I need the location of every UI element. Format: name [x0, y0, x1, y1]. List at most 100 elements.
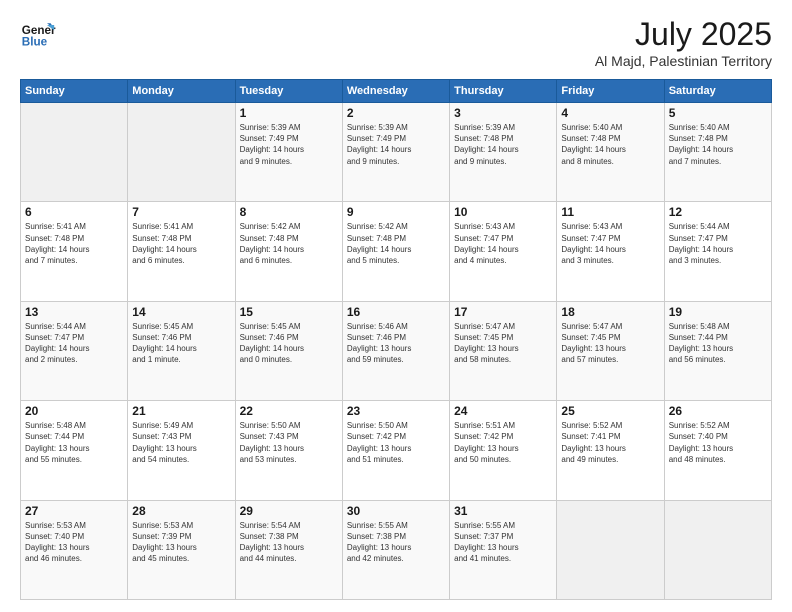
calendar-cell: 30 Sunrise: 5:55 AM Sunset: 7:38 PM Dayli… — [342, 500, 449, 599]
calendar-week-3: 13 Sunrise: 5:44 AM Sunset: 7:47 PM Dayli… — [21, 301, 772, 400]
calendar-cell: 22Sunrise: 5:50 AM Sunset: 7:43 PM Dayli… — [235, 401, 342, 500]
day-number: 5 — [669, 106, 767, 120]
calendar-cell: 5 Sunrise: 5:40 AM Sunset: 7:48 PM Daylig… — [664, 103, 771, 202]
day-number: 17 — [454, 305, 552, 319]
calendar-cell: 25 Sunrise: 5:52 AM Sunset: 7:41 PM Dayli… — [557, 401, 664, 500]
day-info: Sunrise: 5:53 AM Sunset: 7:40 PM Dayligh… — [25, 520, 123, 565]
day-info: Sunrise: 5:43 AM Sunset: 7:47 PM Dayligh… — [454, 221, 552, 266]
day-number: 8 — [240, 205, 338, 219]
day-info: Sunrise: 5:42 AM Sunset: 7:48 PM Dayligh… — [347, 221, 445, 266]
day-info: Sunrise: 5:42 AM Sunset: 7:48 PM Dayligh… — [240, 221, 338, 266]
day-number: 14 — [132, 305, 230, 319]
page-header: General Blue July 2025 Al Majd, Palestin… — [20, 16, 772, 69]
calendar-cell: 6 Sunrise: 5:41 AM Sunset: 7:48 PM Daylig… — [21, 202, 128, 301]
day-info: Sunrise: 5:55 AM Sunset: 7:38 PM Dayligh… — [347, 520, 445, 565]
calendar-cell — [21, 103, 128, 202]
logo-icon: General Blue — [20, 16, 56, 52]
calendar-cell: 9 Sunrise: 5:42 AM Sunset: 7:48 PM Daylig… — [342, 202, 449, 301]
calendar-week-1: 1Sunrise: 5:39 AM Sunset: 7:49 PM Daylig… — [21, 103, 772, 202]
calendar-cell: 2 Sunrise: 5:39 AM Sunset: 7:49 PM Daylig… — [342, 103, 449, 202]
day-number: 12 — [669, 205, 767, 219]
calendar-cell: 19Sunrise: 5:48 AM Sunset: 7:44 PM Dayli… — [664, 301, 771, 400]
day-info: Sunrise: 5:43 AM Sunset: 7:47 PM Dayligh… — [561, 221, 659, 266]
day-number: 7 — [132, 205, 230, 219]
calendar-table: SundayMondayTuesdayWednesdayThursdayFrid… — [20, 79, 772, 600]
day-number: 15 — [240, 305, 338, 319]
calendar-week-5: 27 Sunrise: 5:53 AM Sunset: 7:40 PM Dayli… — [21, 500, 772, 599]
weekday-header-row: SundayMondayTuesdayWednesdayThursdayFrid… — [21, 80, 772, 103]
weekday-header-saturday: Saturday — [664, 80, 771, 103]
calendar-cell: 23 Sunrise: 5:50 AM Sunset: 7:42 PM Dayli… — [342, 401, 449, 500]
calendar-cell: 4Sunrise: 5:40 AM Sunset: 7:48 PM Daylig… — [557, 103, 664, 202]
day-number: 27 — [25, 504, 123, 518]
weekday-header-monday: Monday — [128, 80, 235, 103]
day-info: Sunrise: 5:54 AM Sunset: 7:38 PM Dayligh… — [240, 520, 338, 565]
calendar-cell: 29 Sunrise: 5:54 AM Sunset: 7:38 PM Dayli… — [235, 500, 342, 599]
day-info: Sunrise: 5:44 AM Sunset: 7:47 PM Dayligh… — [669, 221, 767, 266]
day-number: 18 — [561, 305, 659, 319]
calendar-cell: 11 Sunrise: 5:43 AM Sunset: 7:47 PM Dayli… — [557, 202, 664, 301]
svg-text:Blue: Blue — [22, 36, 48, 49]
day-info: Sunrise: 5:52 AM Sunset: 7:40 PM Dayligh… — [669, 420, 767, 465]
calendar-cell: 27 Sunrise: 5:53 AM Sunset: 7:40 PM Dayli… — [21, 500, 128, 599]
calendar-cell: 15Sunrise: 5:45 AM Sunset: 7:46 PM Dayli… — [235, 301, 342, 400]
calendar-week-4: 20Sunrise: 5:48 AM Sunset: 7:44 PM Dayli… — [21, 401, 772, 500]
day-number: 21 — [132, 404, 230, 418]
day-info: Sunrise: 5:48 AM Sunset: 7:44 PM Dayligh… — [25, 420, 123, 465]
day-number: 24 — [454, 404, 552, 418]
day-info: Sunrise: 5:40 AM Sunset: 7:48 PM Dayligh… — [669, 122, 767, 167]
day-info: Sunrise: 5:55 AM Sunset: 7:37 PM Dayligh… — [454, 520, 552, 565]
weekday-header-tuesday: Tuesday — [235, 80, 342, 103]
day-number: 28 — [132, 504, 230, 518]
calendar-cell: 16 Sunrise: 5:46 AM Sunset: 7:46 PM Dayli… — [342, 301, 449, 400]
day-number: 26 — [669, 404, 767, 418]
calendar-cell: 13 Sunrise: 5:44 AM Sunset: 7:47 PM Dayli… — [21, 301, 128, 400]
day-number: 30 — [347, 504, 445, 518]
day-info: Sunrise: 5:52 AM Sunset: 7:41 PM Dayligh… — [561, 420, 659, 465]
day-number: 11 — [561, 205, 659, 219]
calendar-cell: 31Sunrise: 5:55 AM Sunset: 7:37 PM Dayli… — [450, 500, 557, 599]
calendar-cell: 18Sunrise: 5:47 AM Sunset: 7:45 PM Dayli… — [557, 301, 664, 400]
day-number: 3 — [454, 106, 552, 120]
calendar-cell — [664, 500, 771, 599]
calendar-cell: 20Sunrise: 5:48 AM Sunset: 7:44 PM Dayli… — [21, 401, 128, 500]
calendar-cell: 12 Sunrise: 5:44 AM Sunset: 7:47 PM Dayli… — [664, 202, 771, 301]
day-number: 10 — [454, 205, 552, 219]
day-info: Sunrise: 5:50 AM Sunset: 7:42 PM Dayligh… — [347, 420, 445, 465]
day-number: 16 — [347, 305, 445, 319]
day-number: 2 — [347, 106, 445, 120]
calendar-cell: 7Sunrise: 5:41 AM Sunset: 7:48 PM Daylig… — [128, 202, 235, 301]
calendar-cell: 24 Sunrise: 5:51 AM Sunset: 7:42 PM Dayli… — [450, 401, 557, 500]
calendar-cell: 21 Sunrise: 5:49 AM Sunset: 7:43 PM Dayli… — [128, 401, 235, 500]
weekday-header-thursday: Thursday — [450, 80, 557, 103]
calendar-cell: 14 Sunrise: 5:45 AM Sunset: 7:46 PM Dayli… — [128, 301, 235, 400]
day-number: 29 — [240, 504, 338, 518]
day-number: 23 — [347, 404, 445, 418]
calendar-cell: 3Sunrise: 5:39 AM Sunset: 7:48 PM Daylig… — [450, 103, 557, 202]
logo: General Blue — [20, 16, 56, 52]
day-info: Sunrise: 5:45 AM Sunset: 7:46 PM Dayligh… — [132, 321, 230, 366]
day-info: Sunrise: 5:41 AM Sunset: 7:48 PM Dayligh… — [25, 221, 123, 266]
day-info: Sunrise: 5:44 AM Sunset: 7:47 PM Dayligh… — [25, 321, 123, 366]
day-info: Sunrise: 5:49 AM Sunset: 7:43 PM Dayligh… — [132, 420, 230, 465]
day-info: Sunrise: 5:46 AM Sunset: 7:46 PM Dayligh… — [347, 321, 445, 366]
day-number: 19 — [669, 305, 767, 319]
day-number: 9 — [347, 205, 445, 219]
calendar-cell: 10 Sunrise: 5:43 AM Sunset: 7:47 PM Dayli… — [450, 202, 557, 301]
day-number: 25 — [561, 404, 659, 418]
weekday-header-friday: Friday — [557, 80, 664, 103]
weekday-header-wednesday: Wednesday — [342, 80, 449, 103]
day-number: 6 — [25, 205, 123, 219]
calendar-cell: 28Sunrise: 5:53 AM Sunset: 7:39 PM Dayli… — [128, 500, 235, 599]
calendar-cell — [128, 103, 235, 202]
day-number: 4 — [561, 106, 659, 120]
calendar-cell: 1Sunrise: 5:39 AM Sunset: 7:49 PM Daylig… — [235, 103, 342, 202]
title-block: July 2025 Al Majd, Palestinian Territory — [595, 16, 772, 69]
calendar-cell: 8 Sunrise: 5:42 AM Sunset: 7:48 PM Daylig… — [235, 202, 342, 301]
location: Al Majd, Palestinian Territory — [595, 53, 772, 69]
day-info: Sunrise: 5:51 AM Sunset: 7:42 PM Dayligh… — [454, 420, 552, 465]
day-number: 13 — [25, 305, 123, 319]
day-info: Sunrise: 5:50 AM Sunset: 7:43 PM Dayligh… — [240, 420, 338, 465]
calendar-week-2: 6 Sunrise: 5:41 AM Sunset: 7:48 PM Daylig… — [21, 202, 772, 301]
day-info: Sunrise: 5:39 AM Sunset: 7:49 PM Dayligh… — [347, 122, 445, 167]
